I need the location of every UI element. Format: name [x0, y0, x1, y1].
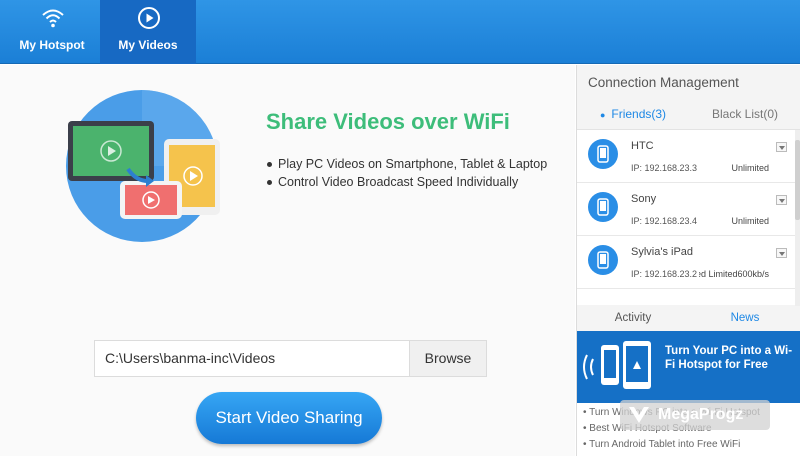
- list-item[interactable]: Sylvia's iPad IP: 192.168.23.2 Speed Lim…: [577, 236, 795, 289]
- device-list: HTC IP: 192.168.23.3 Unlimited Sony IP: …: [577, 129, 800, 306]
- device-ip: IP: 192.168.23.3: [631, 163, 698, 173]
- phone-icon: [588, 245, 618, 275]
- scrollbar-thumb[interactable]: [795, 140, 800, 220]
- speed-limit-value: Unlimited: [731, 216, 769, 226]
- list-item[interactable]: • Turn Android Tablet into Free WiFi: [583, 439, 740, 450]
- browse-button[interactable]: Browse: [410, 340, 487, 377]
- tab-black-list[interactable]: Black List(0): [689, 99, 800, 129]
- hotspot-devices-icon: [583, 341, 651, 389]
- speed-dropdown[interactable]: [776, 142, 787, 152]
- wifi-icon: [42, 9, 64, 28]
- list-item[interactable]: Sony IP: 192.168.23.4 Unlimited: [577, 183, 795, 236]
- device-ip: IP: 192.168.23.4: [631, 216, 698, 226]
- banner-text: Turn Your PC into a Wi-Fi Hotspot for Fr…: [665, 345, 793, 371]
- watermark: MegaProgz: [620, 400, 770, 430]
- speed-limit-value: Unlimited: [731, 163, 769, 173]
- device-name: Sylvia's iPad: [631, 246, 694, 258]
- device-name: HTC: [631, 140, 654, 152]
- video-folder-path-input[interactable]: C:\Users\banma-inc\Videos: [94, 340, 410, 377]
- list-item[interactable]: HTC IP: 192.168.23.3 Unlimited: [577, 130, 795, 183]
- headline: Share Videos over WiFi: [266, 109, 510, 134]
- feature-item: Play PC Videos on Smartphone, Tablet & L…: [267, 157, 547, 171]
- bullet-icon: ●: [599, 110, 606, 120]
- bullet-icon: [267, 180, 272, 186]
- play-icon: [138, 7, 160, 29]
- phone-icon: [588, 139, 618, 169]
- tab-label: My Videos: [118, 38, 178, 52]
- watermark-logo-icon: [629, 407, 649, 423]
- news-link[interactable]: Turn Android Tablet into Free WiFi: [589, 439, 740, 450]
- speed-dropdown[interactable]: [776, 195, 787, 205]
- tab-my-hotspot[interactable]: My Hotspot: [4, 0, 100, 64]
- start-video-sharing-button[interactable]: Start Video Sharing: [196, 392, 382, 444]
- panel-title: Connection Management: [588, 75, 739, 90]
- device-name: Sony: [631, 193, 657, 205]
- tab-news[interactable]: News: [689, 305, 800, 331]
- tab-label: Friends(3): [611, 107, 667, 121]
- tab-activity[interactable]: Activity: [577, 305, 689, 331]
- device-sharing-illustration: [66, 90, 220, 242]
- main-panel: Share Videos over WiFi Play PC Videos on…: [0, 65, 575, 456]
- device-list-scrollbar[interactable]: [795, 130, 800, 306]
- speed-limit-value: Speed Limited600kb/s: [699, 269, 769, 279]
- feature-text: Control Video Broadcast Speed Individual…: [278, 175, 519, 189]
- feature-item: Control Video Broadcast Speed Individual…: [267, 175, 518, 189]
- tab-my-videos[interactable]: My Videos: [100, 0, 196, 64]
- tab-friends[interactable]: ● Friends(3): [577, 99, 689, 129]
- hotspot-promo-banner[interactable]: Turn Your PC into a Wi-Fi Hotspot for Fr…: [577, 331, 800, 403]
- top-nav-bar: My Hotspot My Videos: [0, 0, 800, 64]
- bullet-icon: [267, 162, 272, 168]
- device-ip: IP: 192.168.23.2: [631, 269, 698, 279]
- feature-text: Play PC Videos on Smartphone, Tablet & L…: [278, 157, 548, 171]
- connection-management-panel: Connection Management ● Friends(3) Black …: [576, 65, 800, 456]
- watermark-text: MegaProgz: [658, 406, 744, 423]
- phone-icon: [588, 192, 618, 222]
- speed-dropdown[interactable]: [776, 248, 787, 258]
- tab-label: My Hotspot: [19, 38, 85, 52]
